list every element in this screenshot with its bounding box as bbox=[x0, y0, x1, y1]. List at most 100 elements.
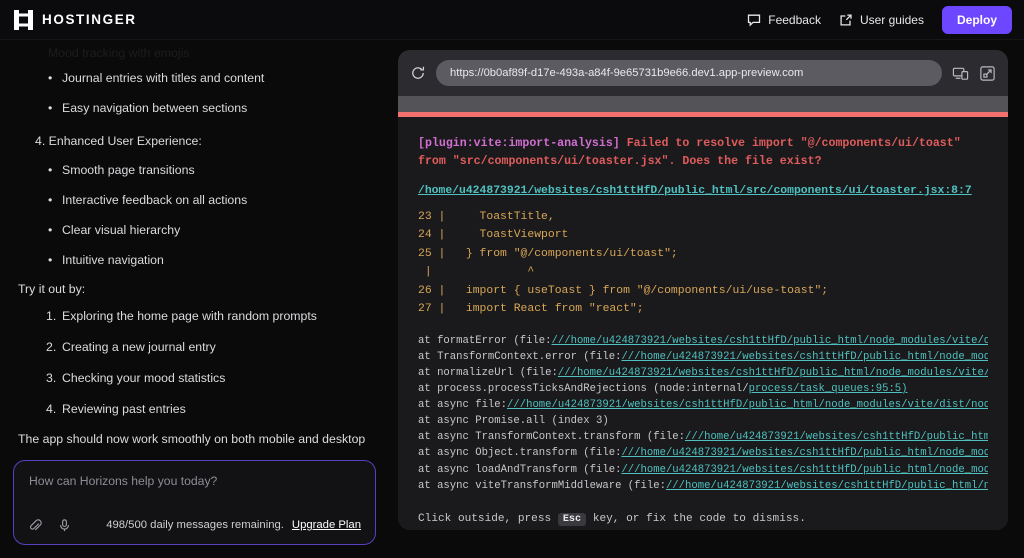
chat-message-scroll[interactable]: Mood tracking with emojis Journal entrie… bbox=[0, 40, 390, 450]
stack-line-link[interactable]: ///home/u424873921/websites/csh1ttHfD/pu… bbox=[621, 351, 988, 363]
dismiss-hint-post: key, or fix the code to dismiss. bbox=[586, 512, 806, 525]
stack-line-link[interactable]: ///home/u424873921/websites/csh1ttHfD/pu… bbox=[552, 335, 988, 347]
stack-line-text: at async file: bbox=[418, 399, 508, 412]
speech-bubble-icon bbox=[748, 14, 761, 26]
error-overlay-footer: Click outside, press Esc key, or fix the… bbox=[418, 510, 988, 530]
stack-line: at TransformContext.error (file:///home/… bbox=[418, 349, 988, 365]
preview-panel: https://0b0af89f-d17e-493a-a84f-9e65731b… bbox=[398, 50, 1008, 530]
user-guides-label: User guides bbox=[859, 12, 924, 27]
stack-line-link[interactable]: process/task_queues:95:5) bbox=[749, 383, 908, 395]
list-item: Easy navigation between sections bbox=[18, 99, 372, 118]
code-line-text: ^ bbox=[438, 266, 535, 279]
feedback-button[interactable]: Feedback bbox=[747, 13, 821, 27]
list-item: Interactive feedback on all actions bbox=[18, 191, 372, 210]
feature-bullet-list-top: Journal entries with titles and content … bbox=[18, 69, 372, 118]
deploy-button[interactable]: Deploy bbox=[941, 5, 1012, 34]
esc-key-badge: Esc bbox=[557, 512, 587, 526]
feedback-label: Feedback bbox=[768, 12, 821, 27]
stack-line-text: at async loadAndTransform (file: bbox=[418, 463, 622, 476]
code-line-number: 25 bbox=[418, 247, 432, 260]
user-guides-button[interactable]: User guides bbox=[839, 13, 924, 27]
code-line-text: import React from "react"; bbox=[452, 303, 644, 316]
list-item: Checking your mood statistics bbox=[46, 369, 226, 388]
stack-line: at formatError (file:///home/u424873921/… bbox=[418, 333, 988, 349]
chat-composer[interactable]: 498/500 daily messages remaining. Upgrad… bbox=[13, 460, 376, 545]
stack-line-link[interactable]: ///home/u424873921/websites/csh1ttHfD/pu… bbox=[558, 367, 988, 379]
dismiss-hint: Click outside, press Esc key, or fix the… bbox=[418, 510, 988, 529]
dismiss-hint-pre: Click outside, press bbox=[418, 512, 558, 525]
stack-line: at process.processTicksAndRejections (no… bbox=[418, 381, 988, 397]
app-header: HOSTINGER Feedback User guides Deploy bbox=[0, 0, 1024, 40]
code-line: 23 | ToastTitle, bbox=[418, 210, 555, 223]
stack-line: at async Promise.all (index 3) bbox=[418, 413, 988, 429]
disable-overlay-hint: You can also disable this overlay by set… bbox=[418, 529, 988, 530]
stack-line-text: at normalizeUrl (file: bbox=[418, 366, 558, 379]
upgrade-plan-link[interactable]: Upgrade Plan bbox=[292, 519, 361, 531]
code-line: 27 | import React from "react"; bbox=[418, 303, 644, 316]
microphone-icon[interactable] bbox=[57, 518, 72, 533]
code-line: 26 | import { useToast } from "@/compone… bbox=[418, 284, 829, 297]
code-line-number: 26 bbox=[418, 284, 432, 297]
error-file-link[interactable]: /home/u424873921/websites/csh1ttHfD/publ… bbox=[418, 185, 988, 197]
stack-line: at normalizeUrl (file:///home/u424873921… bbox=[418, 365, 988, 381]
stack-line-text: at async Object.transform (file: bbox=[418, 447, 622, 460]
stack-line-text: at formatError (file: bbox=[418, 334, 552, 347]
stack-line-link[interactable]: ///home/u424873921/websites/csh1ttHfD/pu… bbox=[666, 480, 988, 492]
stack-line-text: at TransformContext.error (file: bbox=[418, 350, 622, 363]
url-bar[interactable]: https://0b0af89f-d17e-493a-a84f-9e65731b… bbox=[436, 60, 942, 86]
quota-text: 498/500 daily messages remaining. bbox=[106, 519, 284, 531]
closing-paragraph: The app should now work smoothly on both… bbox=[18, 432, 366, 447]
code-line-text: } from "@/components/ui/toast"; bbox=[452, 247, 678, 260]
external-link-icon bbox=[840, 13, 852, 26]
reload-icon[interactable] bbox=[410, 65, 426, 81]
expand-fullscreen-icon[interactable] bbox=[979, 65, 996, 82]
stack-line-link[interactable]: ///home/u424873921/websites/csh1ttHfD/pu… bbox=[507, 399, 988, 411]
code-line: 25 | } from "@/components/ui/toast"; bbox=[418, 247, 678, 260]
code-line-number: 24 bbox=[418, 229, 432, 242]
stack-line-text: at async Promise.all (index 3) bbox=[418, 415, 609, 428]
code-line-number: 23 bbox=[418, 210, 432, 223]
code-line-caret: | ^ bbox=[418, 266, 535, 279]
stack-line-text: at async TransformContext.transform (fil… bbox=[418, 431, 686, 444]
error-code-frame: 23 | ToastTitle, 24 | ToastViewport 25 |… bbox=[418, 208, 988, 319]
chat-panel: Mood tracking with emojis Journal entrie… bbox=[0, 40, 390, 558]
vite-error-overlay[interactable]: [plugin:vite:import-analysis] Failed to … bbox=[398, 112, 1008, 530]
code-line: 24 | ToastViewport bbox=[418, 229, 569, 242]
stack-line-link[interactable]: ///home/u424873921/websites/csh1ttHfD/pu… bbox=[685, 431, 988, 443]
clipped-bullet-line: Mood tracking with emojis bbox=[48, 46, 190, 60]
try-it-out-steps: Exploring the home page with random prom… bbox=[18, 307, 372, 419]
preview-toolbar: https://0b0af89f-d17e-493a-a84f-9e65731b… bbox=[398, 50, 1008, 96]
error-plugin-name: [plugin:vite:import-analysis] bbox=[418, 137, 620, 150]
list-item: Smooth page transitions bbox=[18, 161, 372, 180]
stack-line-text: at async viteTransformMiddleware (file: bbox=[418, 479, 666, 492]
list-item: Creating a new journal entry bbox=[46, 338, 216, 357]
section-heading-ux: 4. Enhanced User Experience: bbox=[35, 134, 202, 149]
feature-bullet-list-ux: Smooth page transitions Interactive feed… bbox=[18, 161, 372, 270]
stack-line-link[interactable]: ///home/u424873921/websites/csh1ttHfD/pu… bbox=[621, 464, 988, 476]
stack-line: at async TransformContext.transform (fil… bbox=[418, 429, 988, 445]
error-stack-trace: at formatError (file:///home/u424873921/… bbox=[418, 333, 988, 494]
brand-name: HOSTINGER bbox=[42, 12, 137, 27]
stack-line: at async file:///home/u424873921/website… bbox=[418, 397, 988, 413]
list-item: Intuitive navigation bbox=[18, 251, 372, 270]
paperclip-icon[interactable] bbox=[28, 518, 43, 533]
stack-line: at async Object.transform (file:///home/… bbox=[418, 445, 988, 461]
list-item: Reviewing past entries bbox=[46, 400, 186, 419]
responsive-devices-icon[interactable] bbox=[952, 65, 969, 82]
brand-logo[interactable]: HOSTINGER bbox=[14, 9, 137, 30]
list-item: Exploring the home page with random prom… bbox=[46, 307, 317, 326]
stack-line-link[interactable]: ///home/u424873921/websites/csh1ttHfD/pu… bbox=[621, 447, 988, 459]
list-item: Clear visual hierarchy bbox=[18, 221, 372, 240]
chat-input[interactable] bbox=[14, 461, 375, 488]
url-text: https://0b0af89f-d17e-493a-a84f-9e65731b… bbox=[450, 67, 804, 79]
hostinger-h-logo-icon bbox=[14, 9, 33, 30]
list-item: Journal entries with titles and content bbox=[18, 69, 372, 88]
stack-line-text: at process.processTicksAndRejections (no… bbox=[418, 383, 749, 396]
error-title: [plugin:vite:import-analysis] Failed to … bbox=[418, 135, 988, 171]
preview-content-band bbox=[398, 96, 1008, 112]
stack-line: at async loadAndTransform (file:///home/… bbox=[418, 462, 988, 478]
code-line-text: ToastTitle, bbox=[452, 210, 555, 223]
code-line-text: import { useToast } from "@/components/u… bbox=[452, 284, 829, 297]
code-line-number: 27 bbox=[418, 303, 432, 316]
code-line-text: ToastViewport bbox=[452, 229, 569, 242]
